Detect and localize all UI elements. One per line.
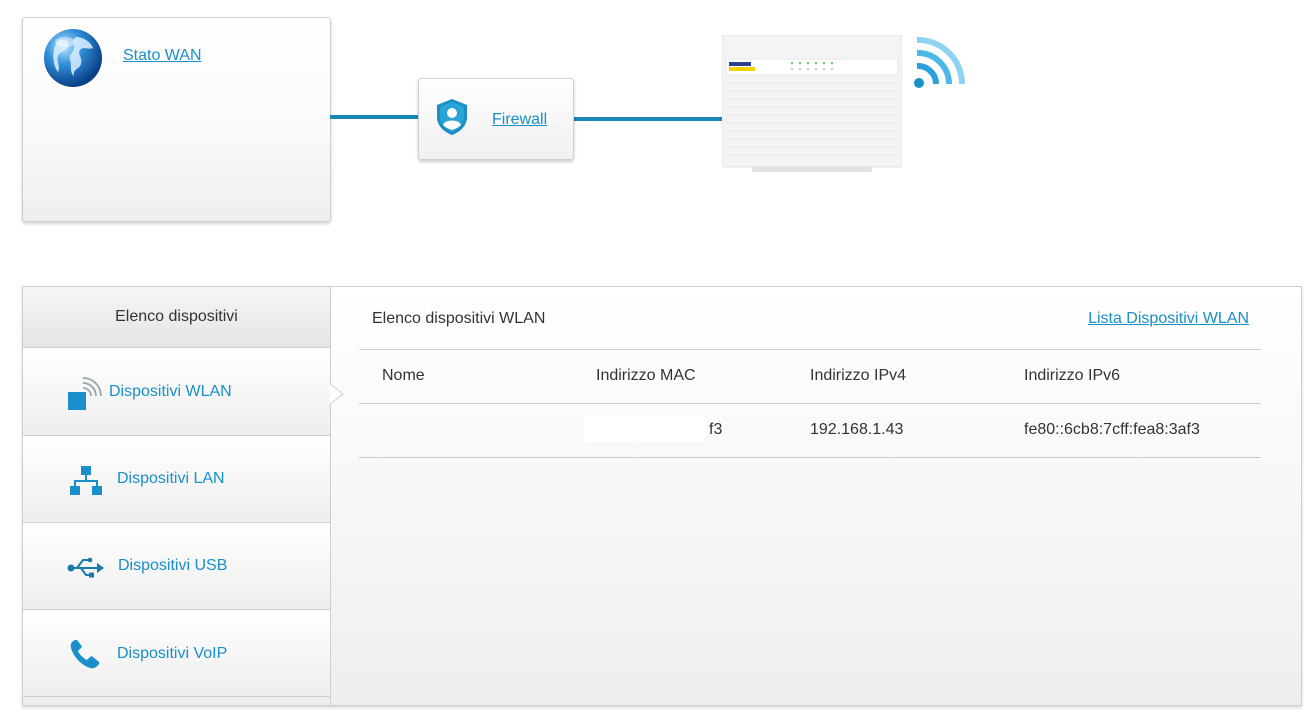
column-header-mac: Indirizzo MAC: [596, 367, 696, 384]
sidebar-item-label: Dispositivi WLAN: [109, 383, 232, 400]
shield-user-icon: [437, 99, 467, 135]
column-header-ipv4: Indirizzo IPv4: [810, 367, 907, 384]
cell-mac: f3: [709, 421, 723, 438]
column-header-ipv6: Indirizzo IPv6: [1024, 367, 1121, 384]
globe-icon: [44, 29, 102, 87]
devices-panel: Elenco dispositivi Dispositivi WLAN Disp…: [22, 286, 1302, 706]
sidebar-item-usb[interactable]: Dispositivi USB: [23, 523, 330, 610]
sidebar-item-label: Dispositivi LAN: [117, 470, 225, 487]
sidebar-item-label: Dispositivi USB: [118, 557, 228, 574]
firewall-card: Firewall: [418, 78, 574, 160]
connection-line: [330, 115, 418, 119]
table-divider: [359, 457, 1261, 458]
column-header-name: Nome: [382, 367, 425, 384]
wlan-icon: [68, 377, 102, 410]
sidebar-item-lan[interactable]: Dispositivi LAN: [23, 436, 330, 523]
sidebar-item-label: Dispositivi VoIP: [117, 645, 228, 662]
wan-status-link[interactable]: Stato WAN: [123, 47, 202, 65]
wan-status-card: Stato WAN: [22, 17, 331, 222]
redaction-mask: [583, 416, 706, 442]
lan-network-icon: [70, 466, 102, 495]
cell-ipv6: fe80::6cb8:7cff:fea8:3af3: [1024, 421, 1200, 438]
device-sidebar: Elenco dispositivi Dispositivi WLAN Disp…: [23, 287, 331, 705]
router-image: [722, 35, 902, 172]
connection-line: [572, 117, 724, 121]
selection-arrow-icon: [330, 383, 344, 405]
content-title: Elenco dispositivi WLAN: [372, 310, 546, 327]
wifi-signal-icon: [914, 36, 965, 88]
sidebar-item-wlan[interactable]: Dispositivi WLAN: [23, 348, 330, 436]
sidebar-header: Elenco dispositivi: [23, 287, 330, 348]
table-divider: [359, 349, 1261, 350]
sidebar-item-voip[interactable]: Dispositivi VoIP: [23, 610, 330, 697]
table-divider: [359, 403, 1261, 404]
firewall-link[interactable]: Firewall: [492, 111, 547, 129]
usb-icon: [67, 557, 104, 578]
wlan-device-list-link[interactable]: Lista Dispositivi WLAN: [1088, 310, 1249, 328]
phone-icon: [70, 640, 99, 669]
cell-ipv4: 192.168.1.43: [810, 421, 904, 438]
